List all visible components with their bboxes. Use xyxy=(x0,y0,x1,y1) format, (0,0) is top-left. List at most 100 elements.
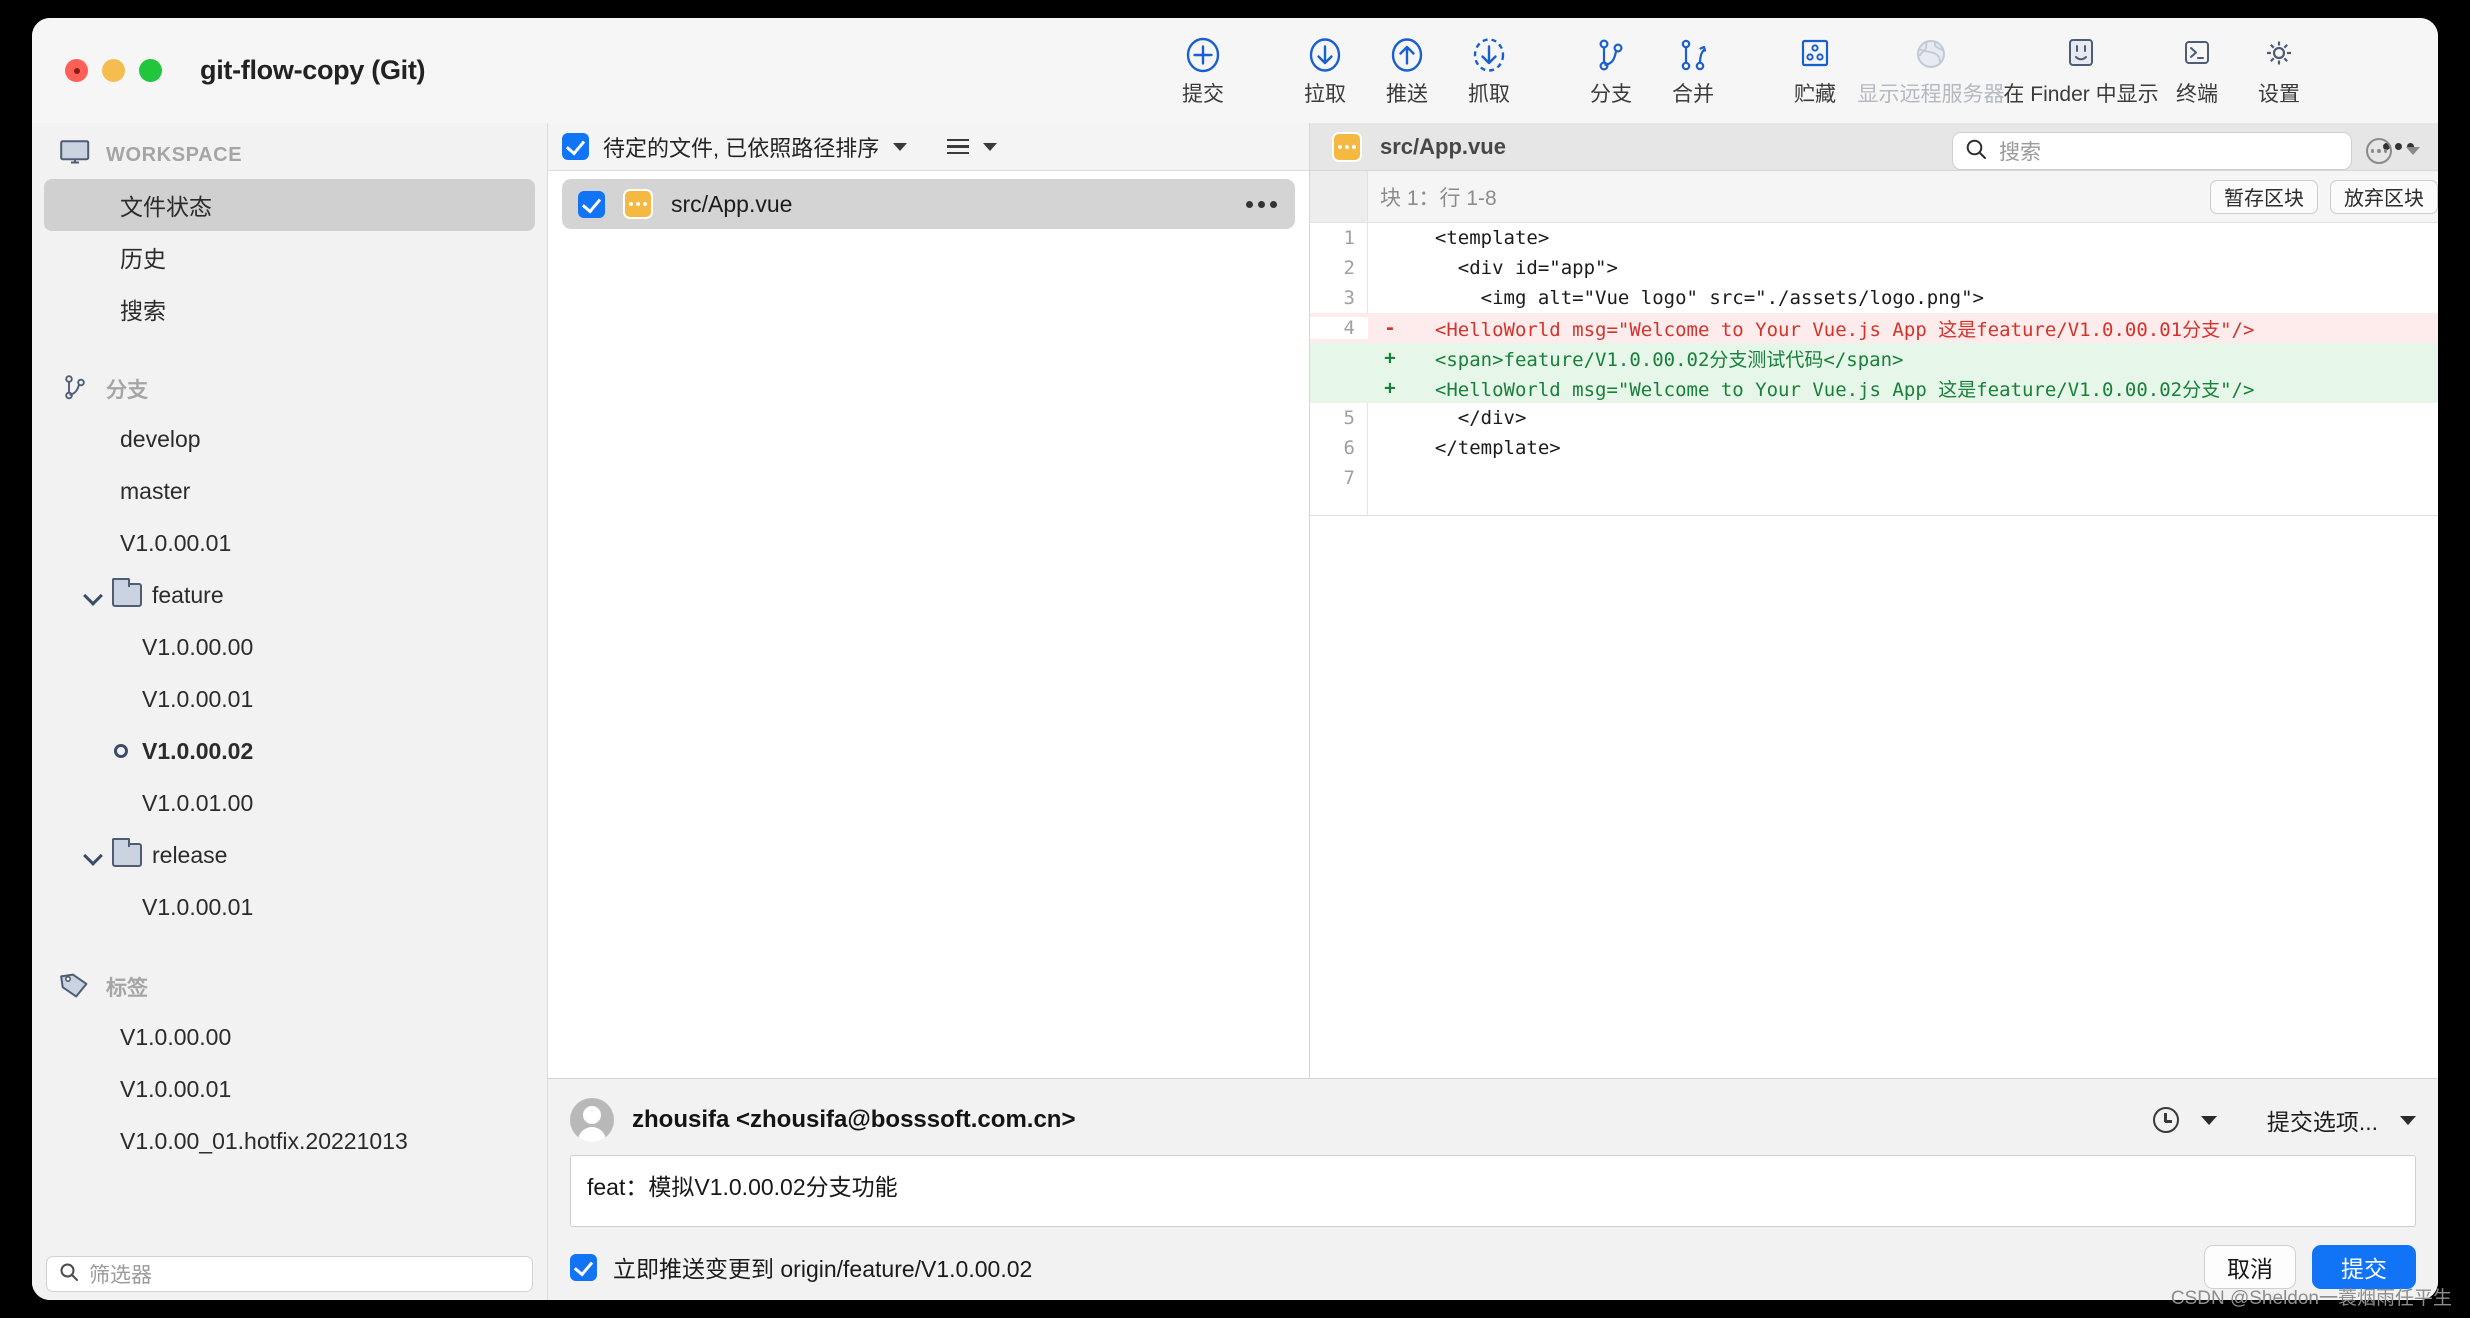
commit-message-input[interactable]: feat：模拟V1.0.00.02分支功能 xyxy=(570,1155,2416,1227)
hunk-gutter xyxy=(1310,171,1368,222)
filter-input[interactable]: 筛选器 xyxy=(46,1256,533,1292)
toolbar-button-pull[interactable]: 拉取 xyxy=(1284,33,1366,108)
diff-line: 6 </template> xyxy=(1310,433,2438,463)
globe-icon xyxy=(1911,33,1951,75)
commit-author-label: zhousifa <zhousifa@bosssoft.com.cn> xyxy=(632,1106,1076,1133)
file-stage-checkbox[interactable] xyxy=(578,190,605,218)
diff-line-text: <span>feature/V1.0.00.02分支测试代码</span> xyxy=(1412,348,1904,371)
diff-panel: src/App.vue 块 1：行 1-8 暂存区块 放弃区块 1 <templ… xyxy=(1310,123,2438,1078)
toolbar-button-fetch[interactable]: 抓取 xyxy=(1448,33,1530,108)
diff-view-options-icon[interactable] xyxy=(2366,138,2392,164)
sidebar-item-tag-v1-0-00-01[interactable]: V1.0.00.01 xyxy=(44,1063,535,1115)
toolbar-button-branch[interactable]: 分支 xyxy=(1570,33,1652,108)
push-on-commit-checkbox[interactable] xyxy=(570,1253,597,1281)
line-number: 5 xyxy=(1343,407,1355,429)
commit-options-row: 提交选项... xyxy=(2152,1103,2416,1137)
diff-line: 1 <template> xyxy=(1310,223,2438,253)
diff-sign-plus: + xyxy=(1384,377,1396,399)
toolbar-button-commit[interactable]: 提交 xyxy=(1162,33,1244,108)
tag-icon xyxy=(60,971,90,1004)
line-number: 2 xyxy=(1343,257,1355,279)
branch-label: V1.0.00.01 xyxy=(120,529,232,556)
main-toolbar: 提交 拉取 推送 抓取 分支 合并 贮藏 显示远程服务器 在 Finder 中显… xyxy=(1162,18,2320,123)
diff-line-text: </template> xyxy=(1412,437,1561,459)
sidebar-folder-feature[interactable]: feature xyxy=(32,569,547,621)
arrow-down-dashed-circle-icon xyxy=(1469,33,1509,75)
sidebar-folder-release[interactable]: release xyxy=(32,829,547,881)
sidebar-item-branch-feature-v1-0-00-02[interactable]: V1.0.00.02 xyxy=(44,725,535,777)
sidebar-section-tags: 标签 xyxy=(32,963,547,1011)
maximize-window-button[interactable] xyxy=(139,59,162,82)
clock-icon[interactable] xyxy=(2152,1107,2179,1133)
arrow-down-circle-icon xyxy=(1305,33,1345,75)
toolbar-button-show-in-finder[interactable]: 在 Finder 中显示 xyxy=(2003,33,2159,108)
sidebar-item-branch-release-v1-0-00-01[interactable]: V1.0.00.01 xyxy=(44,881,535,933)
window-controls xyxy=(65,59,162,82)
toolbar-button-merge[interactable]: 合并 xyxy=(1652,33,1734,108)
toolbar-button-stash[interactable]: 贮藏 xyxy=(1774,33,1856,108)
stage-hunk-button[interactable]: 暂存区块 xyxy=(2210,179,2318,214)
list-view-icon[interactable] xyxy=(947,138,970,155)
line-number: 1 xyxy=(1343,227,1355,249)
sidebar-scroll-area: WORKSPACE 文件状态 历史 搜索 分支 develop master V… xyxy=(32,123,547,1256)
tag-label: V1.0.00.00 xyxy=(120,1023,232,1050)
discard-hunk-button[interactable]: 放弃区块 xyxy=(2330,179,2438,214)
toolbar-button-settings[interactable]: 设置 xyxy=(2238,33,2320,108)
sidebar-item-branch-feature-v1-0-01-00[interactable]: V1.0.01.00 xyxy=(44,777,535,829)
select-all-files-checkbox[interactable] xyxy=(562,133,589,160)
file-row[interactable]: src/App.vue xyxy=(562,179,1295,229)
chevron-down-icon[interactable] xyxy=(84,846,102,864)
sidebar-item-branch-feature-v1-0-00-00[interactable]: V1.0.00.00 xyxy=(44,621,535,673)
diff-code-area: 1 <template> 2 <div id="app"> 3 <img alt… xyxy=(1310,223,2438,516)
avatar xyxy=(570,1098,614,1142)
diff-hunk-header: 块 1：行 1-8 暂存区块 放弃区块 xyxy=(1310,171,2438,223)
sidebar-item-tag-v1-0-00-00[interactable]: V1.0.00.00 xyxy=(44,1011,535,1063)
chevron-down-icon[interactable] xyxy=(2406,147,2420,155)
minimize-window-button[interactable] xyxy=(102,59,125,82)
diff-search-area: 搜索 xyxy=(1952,132,2420,170)
plus-circle-icon xyxy=(1183,33,1223,75)
sidebar-section-label-tags: 标签 xyxy=(106,977,148,1000)
toolbar-label-fetch: 抓取 xyxy=(1468,83,1510,106)
commit-options-button[interactable]: 提交选项... xyxy=(2267,1103,2378,1137)
search-input[interactable]: 搜索 xyxy=(1952,132,2352,170)
chevron-down-icon[interactable] xyxy=(2200,1115,2217,1125)
sidebar-section-workspace: WORKSPACE xyxy=(32,131,547,179)
file-actions-ellipsis-icon[interactable] xyxy=(1246,200,1277,208)
sidebar-item-history[interactable]: 历史 xyxy=(44,231,535,283)
chevron-down-icon[interactable] xyxy=(84,586,102,604)
terminal-icon xyxy=(2177,33,2217,75)
diff-line-text: <div id="app"> xyxy=(1412,257,1618,279)
sidebar-section-label-workspace: WORKSPACE xyxy=(106,143,243,166)
chevron-down-icon[interactable] xyxy=(2400,1115,2416,1125)
toolbar-button-terminal[interactable]: 终端 xyxy=(2156,33,2238,108)
sidebar-section-branches: 分支 xyxy=(32,365,547,413)
sidebar-item-file-status[interactable]: 文件状态 xyxy=(44,179,535,231)
diff-line-text: <HelloWorld msg="Welcome to Your Vue.js … xyxy=(1412,318,2255,341)
sidebar-item-branch-master[interactable]: master xyxy=(44,465,535,517)
toolbar-label-show-remotes: 显示远程服务器 xyxy=(1857,83,2005,106)
merge-icon xyxy=(1673,33,1713,75)
branch-label: master xyxy=(120,477,191,504)
sidebar-item-branch-develop[interactable]: develop xyxy=(44,413,535,465)
close-window-button[interactable] xyxy=(65,59,88,82)
push-on-commit-row[interactable]: 立即推送变更到 origin/feature/V1.0.00.02 xyxy=(570,1250,1032,1284)
toolbar-label-pull: 拉取 xyxy=(1304,83,1346,106)
line-number: 6 xyxy=(1343,437,1355,459)
sidebar-item-branch-feature-v1-0-00-01[interactable]: V1.0.00.01 xyxy=(44,673,535,725)
chevron-down-icon[interactable] xyxy=(893,142,908,151)
sidebar-item-tag-hotfix[interactable]: V1.0.00_01.hotfix.20221013 xyxy=(44,1115,535,1167)
toolbar-button-show-remotes[interactable]: 显示远程服务器 xyxy=(1856,33,2006,108)
sidebar-item-branch-v1-0-00-01[interactable]: V1.0.00.01 xyxy=(44,517,535,569)
toolbar-label-stash: 贮藏 xyxy=(1794,83,1836,106)
chevron-down-icon[interactable] xyxy=(983,142,998,151)
current-branch-indicator-icon xyxy=(114,744,128,758)
toolbar-label-push: 推送 xyxy=(1386,83,1428,106)
toolbar-label-branch: 分支 xyxy=(1590,83,1632,106)
sidebar-item-search[interactable]: 搜索 xyxy=(44,283,535,335)
sidebar: WORKSPACE 文件状态 历史 搜索 分支 develop master V… xyxy=(32,123,548,1300)
toolbar-button-push[interactable]: 推送 xyxy=(1366,33,1448,108)
diff-line: 5 </div> xyxy=(1310,403,2438,433)
line-number: 3 xyxy=(1343,287,1355,309)
